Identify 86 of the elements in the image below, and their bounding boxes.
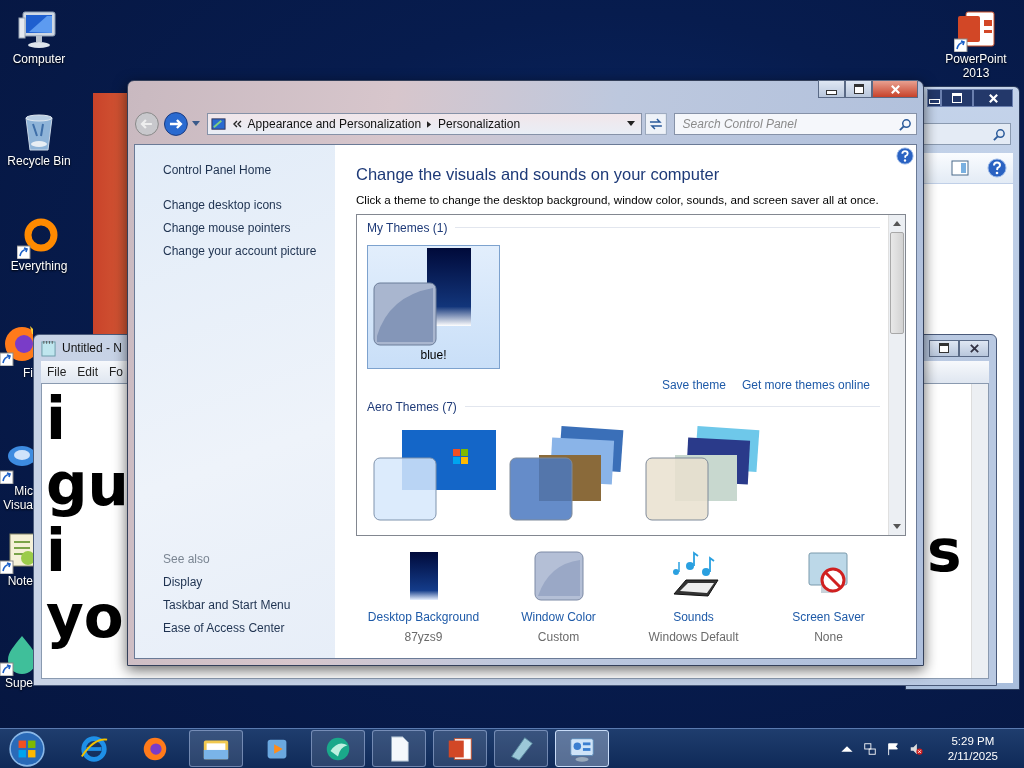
clock-time[interactable]: 5:29 PM (951, 733, 995, 749)
taskbar-button[interactable] (433, 730, 487, 767)
desktop-icon-label: Mic (14, 484, 33, 498)
search-placeholder: Search Control Panel (682, 117, 798, 131)
start-button[interactable] (8, 729, 46, 768)
desktop-icon-label: Everything (10, 259, 68, 273)
control-panel-icon (210, 116, 226, 132)
help-icon[interactable] (987, 158, 1007, 178)
flag-icon[interactable] (885, 741, 900, 756)
document-text: gu (46, 452, 129, 518)
desktop-icon-label: Fi (23, 366, 33, 380)
setting-link[interactable]: Desktop Background (367, 610, 480, 624)
search-icon (993, 127, 1006, 141)
group-heading: Aero Themes (7) (367, 399, 457, 414)
document-text: s (927, 518, 962, 584)
scrollbar[interactable] (888, 215, 905, 535)
clock-date[interactable]: 2/11/2025 (947, 748, 998, 764)
desktop-icon-label: PowerPoint (945, 52, 1007, 66)
menu-item[interactable]: File (47, 365, 67, 379)
sidebar-link[interactable]: Change mouse pointers (163, 217, 335, 240)
sidebar-link[interactable]: Taskbar and Start Menu (163, 594, 335, 617)
scrollbar[interactable] (971, 384, 988, 678)
desktop-icon-label: Visua (3, 498, 33, 512)
menu-item[interactable]: Edit (77, 365, 99, 379)
address-bar[interactable]: Appearance and Personalization Personalization (206, 113, 642, 135)
close-icon (889, 83, 901, 95)
desktop-icon-label: Supe (4, 676, 33, 690)
link[interactable]: Get more themes online (741, 378, 870, 392)
taskbar-button[interactable] (311, 730, 365, 767)
sidebar-link[interactable]: Change desktop icons (163, 194, 335, 217)
section-heading: See also (163, 551, 211, 568)
sidebar-link[interactable]: Display (163, 571, 335, 594)
scroll-down-icon[interactable] (893, 524, 901, 529)
setting-value: None (814, 630, 843, 644)
breadcrumb-item[interactable]: Appearance and Personalization (247, 117, 422, 131)
setting-value: 87yzs9 (404, 630, 443, 644)
taskbar-button[interactable] (372, 730, 426, 767)
scroll-up-icon[interactable] (893, 221, 901, 226)
breadcrumb-item[interactable]: Personalization (438, 117, 521, 131)
taskbar-button[interactable] (189, 730, 243, 767)
document-text: i (46, 518, 66, 584)
desktop-icon-label: Computer (12, 52, 66, 66)
notepad-icon (41, 339, 56, 357)
desktop-icon-label: Note (7, 574, 33, 588)
chevron-icon[interactable] (427, 120, 433, 128)
network-icon[interactable] (862, 741, 877, 756)
document-text: i (46, 386, 66, 452)
link[interactable]: Save theme (661, 378, 726, 392)
sidebar-link[interactable]: Ease of Access Center (163, 617, 335, 640)
desktop-icon-label: Recycle Bin (7, 154, 71, 168)
setting-link[interactable]: Window Color (521, 610, 596, 624)
setting-link[interactable]: Screen Saver (792, 610, 865, 624)
dropdown-arrow-icon[interactable] (626, 121, 635, 127)
theme-tile[interactable]: blue! (367, 245, 500, 369)
sidebar-link[interactable]: Change your account picture (163, 240, 335, 263)
close-button[interactable] (959, 339, 989, 357)
close-button[interactable] (872, 80, 918, 98)
setting-value: Windows Default (648, 630, 739, 644)
menu-item[interactable]: Fo (109, 365, 124, 379)
minimize-button[interactable] (927, 89, 941, 107)
refresh-button[interactable] (644, 113, 667, 135)
group-heading: My Themes (1) (367, 220, 448, 235)
setting-value: Custom (537, 630, 580, 644)
help-icon[interactable] (896, 147, 914, 165)
browser-icon (79, 733, 109, 764)
speaker-muted-icon[interactable] (908, 741, 923, 756)
page-description: Click a theme to change the desktop background, window color, sounds, and screen saver all at once. (356, 193, 880, 206)
app-icon[interactable] (0, 530, 33, 574)
desktop-icon-label: 2013 (962, 66, 990, 80)
close-icon (968, 342, 980, 354)
maximize-button[interactable] (845, 80, 872, 98)
double-chevron-icon (231, 119, 242, 129)
restore-button[interactable] (929, 339, 959, 357)
window-title: Untitled - N (62, 341, 123, 355)
sidebar-link[interactable]: Control Panel Home (163, 159, 335, 182)
close-icon (987, 92, 999, 104)
document-text: yo (46, 584, 124, 650)
taskbar-button[interactable] (494, 730, 548, 767)
close-button[interactable] (973, 89, 1013, 107)
page-heading: Change the visuals and sounds on your computer (356, 165, 721, 184)
forward-button[interactable] (162, 111, 189, 137)
search-icon (899, 117, 912, 131)
app-icon[interactable] (954, 8, 998, 52)
setting-link[interactable]: Sounds (673, 610, 714, 624)
maximize-button[interactable] (941, 89, 973, 107)
minimize-button[interactable] (818, 80, 845, 98)
